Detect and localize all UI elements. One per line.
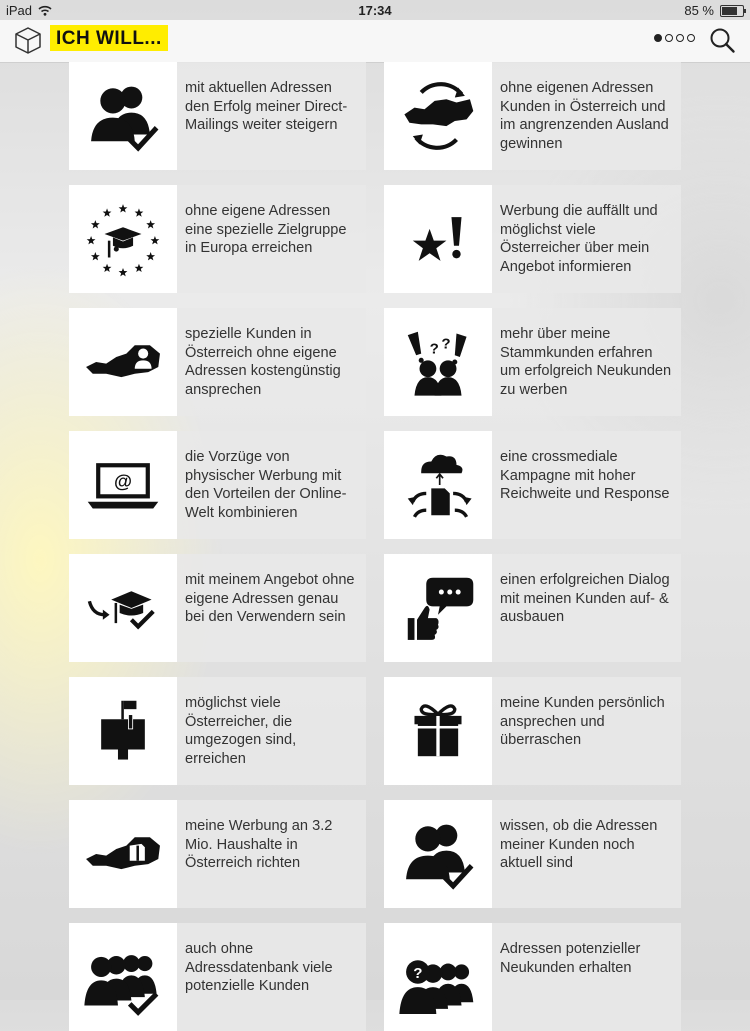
eu-star xyxy=(86,236,96,245)
eu-star xyxy=(134,263,144,273)
option-text: möglichst viele Österreicher, die umgezo… xyxy=(177,677,366,785)
eu-star xyxy=(118,204,128,213)
cloud-distribute-icon xyxy=(384,431,492,539)
crowd-question-icon: ? xyxy=(384,923,492,1031)
option-text: ohne eigene Adressen eine spezielle Ziel… xyxy=(177,185,366,293)
arrow-graduate-check-icon xyxy=(69,554,177,662)
gift-icon xyxy=(384,677,492,785)
svg-text:?: ? xyxy=(430,341,439,358)
option-tile[interactable]: meine Kunden persönlich ansprechen und ü… xyxy=(384,677,681,785)
svg-text:?: ? xyxy=(441,336,450,353)
eu-star xyxy=(102,208,112,217)
option-text: mehr über meine Stammkunden erfahren um … xyxy=(492,308,681,416)
option-text: ohne eigenen Adressen Kunden in Österrei… xyxy=(492,62,681,170)
option-text: mit meinem Angebot ohne eigene Adressen … xyxy=(177,554,366,662)
status-bar: iPad 17:34 85 % xyxy=(0,0,750,20)
page-dot[interactable] xyxy=(665,34,673,42)
option-tile[interactable]: wissen, ob die Adressen meiner Kunden no… xyxy=(384,800,681,908)
option-text: wissen, ob die Adressen meiner Kunden no… xyxy=(492,800,681,908)
laptop-email-icon: @ xyxy=(69,431,177,539)
option-tile[interactable]: spezielle Kunden in Österreich ohne eige… xyxy=(69,308,366,416)
option-text: eine crossmediale Kampagne mit hoher Rei… xyxy=(492,431,681,539)
eu-star xyxy=(102,263,112,273)
page-dot[interactable] xyxy=(676,34,684,42)
option-text: mit aktuellen Adressen den Erfolg meiner… xyxy=(177,62,366,170)
page-indicator[interactable] xyxy=(654,34,695,42)
eu-star xyxy=(118,267,128,277)
option-tile[interactable]: @ die Vorzüge von physischer Werbung mit… xyxy=(69,431,366,539)
eu-star xyxy=(150,236,160,245)
option-tile[interactable]: ? ? mehr über meine Stammkunden erfahren… xyxy=(384,308,681,416)
option-tile[interactable]: mit meinem Angebot ohne eigene Adressen … xyxy=(69,554,366,662)
option-tile[interactable]: Werbung die auffällt und möglichst viele… xyxy=(384,185,681,293)
option-text: Werbung die auffällt und möglichst viele… xyxy=(492,185,681,293)
austria-arrows-icon xyxy=(384,62,492,170)
option-tile[interactable]: eine crossmediale Kampagne mit hoher Rei… xyxy=(384,431,681,539)
option-text: auch ohne Adressdatenbank viele potenzie… xyxy=(177,923,366,1031)
option-tile[interactable]: meine Werbung an 3.2 Mio. Haushalte in Ö… xyxy=(69,800,366,908)
austria-house-icon xyxy=(69,800,177,908)
austria-person-icon xyxy=(69,308,177,416)
eu-star xyxy=(146,252,156,261)
page-dot[interactable] xyxy=(687,34,695,42)
option-tile[interactable]: mit aktuellen Adressen den Erfolg meiner… xyxy=(69,62,366,170)
eu-star xyxy=(146,220,156,229)
search-icon[interactable] xyxy=(708,26,736,54)
option-text: meine Kunden persönlich ansprechen und ü… xyxy=(492,677,681,785)
people-check-icon xyxy=(384,800,492,908)
people-question-icon: ? ? xyxy=(384,308,492,416)
page-title: ICH WILL... xyxy=(50,25,168,51)
option-tile[interactable]: einen erfolgreichen Dialog mit meinen Ku… xyxy=(384,554,681,662)
cube-logo-icon[interactable] xyxy=(12,24,44,56)
option-tile[interactable]: möglichst viele Österreicher, die umgezo… xyxy=(69,677,366,785)
crowd-check-icon xyxy=(69,923,177,1031)
option-tile[interactable]: ohne eigene Adressen eine spezielle Ziel… xyxy=(69,185,366,293)
option-text: einen erfolgreichen Dialog mit meinen Ku… xyxy=(492,554,681,662)
option-text: Adressen potenzieller Neukunden erhalten xyxy=(492,923,681,1031)
thumb-speech-icon xyxy=(384,554,492,662)
svg-text:?: ? xyxy=(413,965,422,982)
option-tile[interactable]: ohne eigenen Adressen Kunden in Österrei… xyxy=(384,62,681,170)
battery-icon xyxy=(720,4,746,17)
option-tile[interactable]: ? Adressen potenzieller Neukunden erhalt… xyxy=(384,923,681,1031)
eu-graduate-icon xyxy=(69,185,177,293)
option-text: spezielle Kunden in Österreich ohne eige… xyxy=(177,308,366,416)
nav-bar: ICH WILL... xyxy=(0,20,750,63)
option-tile[interactable]: auch ohne Adressdatenbank viele potenzie… xyxy=(69,923,366,1031)
eu-star xyxy=(90,252,100,261)
eu-star xyxy=(134,208,144,217)
eu-star xyxy=(90,220,100,229)
page-dot[interactable] xyxy=(654,34,662,42)
mailbox-icon xyxy=(69,677,177,785)
option-text: meine Werbung an 3.2 Mio. Haushalte in Ö… xyxy=(177,800,366,908)
battery-percent: 85 % xyxy=(684,3,714,18)
star-exclamation-icon xyxy=(384,185,492,293)
clock: 17:34 xyxy=(358,3,392,18)
people-check-icon xyxy=(69,62,177,170)
option-text: die Vorzüge von physischer Werbung mit d… xyxy=(177,431,366,539)
svg-text:@: @ xyxy=(114,471,132,492)
